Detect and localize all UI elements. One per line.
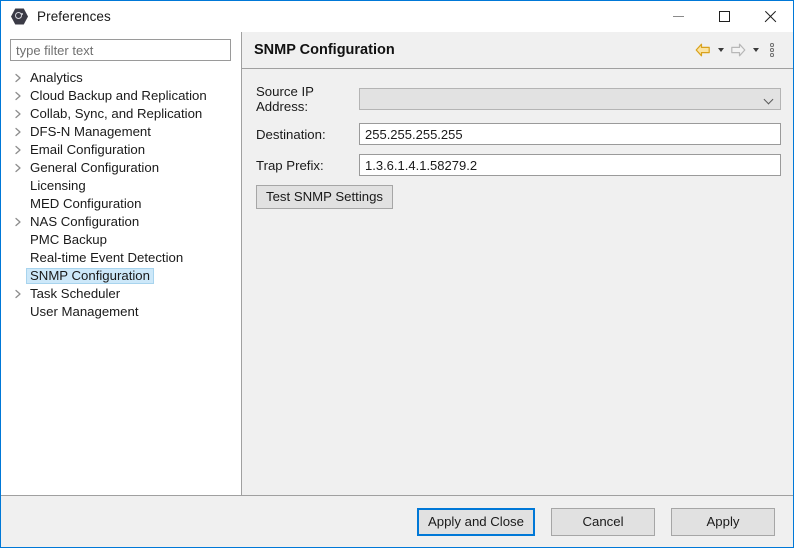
minimize-button[interactable] bbox=[655, 1, 701, 32]
app-hexagon-icon bbox=[11, 8, 28, 25]
main-header: SNMP Configuration bbox=[242, 32, 793, 69]
sidebar-item-med-configuration[interactable]: MED Configuration bbox=[1, 195, 241, 213]
title-bar: Preferences bbox=[1, 1, 793, 32]
chevron-down-icon bbox=[764, 95, 773, 104]
forward-arrow-icon bbox=[730, 43, 746, 57]
source-ip-combobox[interactable] bbox=[359, 88, 781, 110]
test-snmp-settings-button[interactable]: Test SNMP Settings bbox=[256, 185, 393, 209]
preferences-window: Preferences Analytics Cloud Backup and Re… bbox=[0, 0, 794, 548]
window-controls bbox=[655, 1, 793, 32]
chevron-right-icon[interactable] bbox=[9, 163, 26, 173]
back-arrow-icon bbox=[695, 43, 711, 57]
sidebar-item-dfs-n-management[interactable]: DFS-N Management bbox=[1, 123, 241, 141]
sidebar-item-label: DFS-N Management bbox=[26, 124, 155, 140]
chevron-right-icon[interactable] bbox=[9, 109, 26, 119]
chevron-right-icon[interactable] bbox=[9, 145, 26, 155]
sidebar-item-label: Task Scheduler bbox=[26, 286, 124, 302]
page-title: SNMP Configuration bbox=[254, 42, 692, 58]
snmp-form: Source IP Address: Destination: Trap Pre… bbox=[242, 69, 793, 495]
sidebar-item-pmc-backup[interactable]: PMC Backup bbox=[1, 231, 241, 249]
sidebar-item-user-management[interactable]: User Management bbox=[1, 303, 241, 321]
sidebar-item-label: User Management bbox=[26, 304, 142, 320]
dialog-footer: Apply and Close Cancel Apply bbox=[1, 495, 793, 547]
destination-label: Destination: bbox=[256, 127, 359, 142]
forward-button[interactable] bbox=[727, 40, 749, 60]
close-button[interactable] bbox=[747, 1, 793, 32]
back-dropdown-button[interactable] bbox=[714, 40, 727, 60]
preferences-tree: Analytics Cloud Backup and Replication Col… bbox=[1, 69, 241, 495]
forward-dropdown-button[interactable] bbox=[749, 40, 762, 60]
trap-prefix-input[interactable] bbox=[359, 154, 781, 176]
sidebar-item-cloud-backup-and-replication[interactable]: Cloud Backup and Replication bbox=[1, 87, 241, 105]
sidebar-item-real-time-event-detection[interactable]: Real-time Event Detection bbox=[1, 249, 241, 267]
filter-input[interactable] bbox=[10, 39, 231, 61]
window-body: Analytics Cloud Backup and Replication Col… bbox=[1, 32, 793, 495]
chevron-right-icon[interactable] bbox=[9, 289, 26, 299]
source-ip-row: Source IP Address: bbox=[256, 84, 781, 114]
sidebar-item-task-scheduler[interactable]: Task Scheduler bbox=[1, 285, 241, 303]
sidebar-item-label: SNMP Configuration bbox=[26, 268, 154, 284]
sidebar-item-collab-sync-and-replication[interactable]: Collab, Sync, and Replication bbox=[1, 105, 241, 123]
sidebar-item-email-configuration[interactable]: Email Configuration bbox=[1, 141, 241, 159]
chevron-right-icon[interactable] bbox=[9, 217, 26, 227]
trap-prefix-row: Trap Prefix: bbox=[256, 154, 781, 176]
sidebar-item-nas-configuration[interactable]: NAS Configuration bbox=[1, 213, 241, 231]
maximize-button[interactable] bbox=[701, 1, 747, 32]
minimize-icon bbox=[673, 16, 684, 17]
destination-row: Destination: bbox=[256, 123, 781, 145]
sidebar-item-label: Analytics bbox=[26, 70, 87, 86]
sidebar-item-label: Real-time Event Detection bbox=[26, 250, 187, 266]
sidebar-item-label: General Configuration bbox=[26, 160, 163, 176]
sidebar-item-general-configuration[interactable]: General Configuration bbox=[1, 159, 241, 177]
cancel-button[interactable]: Cancel bbox=[551, 508, 655, 536]
sidebar-item-licensing[interactable]: Licensing bbox=[1, 177, 241, 195]
source-ip-label: Source IP Address: bbox=[256, 84, 359, 114]
sidebar-item-label: Cloud Backup and Replication bbox=[26, 88, 211, 104]
chevron-right-icon[interactable] bbox=[9, 73, 26, 83]
view-menu-icon[interactable] bbox=[765, 40, 779, 60]
close-icon bbox=[764, 10, 777, 23]
sidebar-item-label: Collab, Sync, and Replication bbox=[26, 106, 206, 122]
maximize-icon bbox=[719, 11, 730, 22]
apply-button[interactable]: Apply bbox=[671, 508, 775, 536]
sidebar-item-label: PMC Backup bbox=[26, 232, 111, 248]
back-button[interactable] bbox=[692, 40, 714, 60]
sidebar-item-analytics[interactable]: Analytics bbox=[1, 69, 241, 87]
window-title: Preferences bbox=[37, 9, 111, 24]
navigation-toolbar bbox=[692, 40, 779, 60]
chevron-down-icon bbox=[718, 48, 724, 52]
sidebar-item-snmp-configuration[interactable]: SNMP Configuration bbox=[1, 267, 241, 285]
sidebar-item-label: MED Configuration bbox=[26, 196, 145, 212]
preferences-sidebar: Analytics Cloud Backup and Replication Col… bbox=[1, 32, 242, 495]
chevron-down-icon bbox=[753, 48, 759, 52]
chevron-right-icon[interactable] bbox=[9, 127, 26, 137]
chevron-right-icon[interactable] bbox=[9, 91, 26, 101]
main-panel: SNMP Configuration bbox=[242, 32, 793, 495]
sidebar-item-label: Licensing bbox=[26, 178, 90, 194]
trap-prefix-label: Trap Prefix: bbox=[256, 158, 359, 173]
sidebar-item-label: Email Configuration bbox=[26, 142, 149, 158]
destination-input[interactable] bbox=[359, 123, 781, 145]
apply-and-close-button[interactable]: Apply and Close bbox=[417, 508, 535, 536]
filter-container bbox=[1, 35, 241, 61]
sidebar-item-label: NAS Configuration bbox=[26, 214, 143, 230]
test-button-row: Test SNMP Settings bbox=[256, 185, 781, 209]
